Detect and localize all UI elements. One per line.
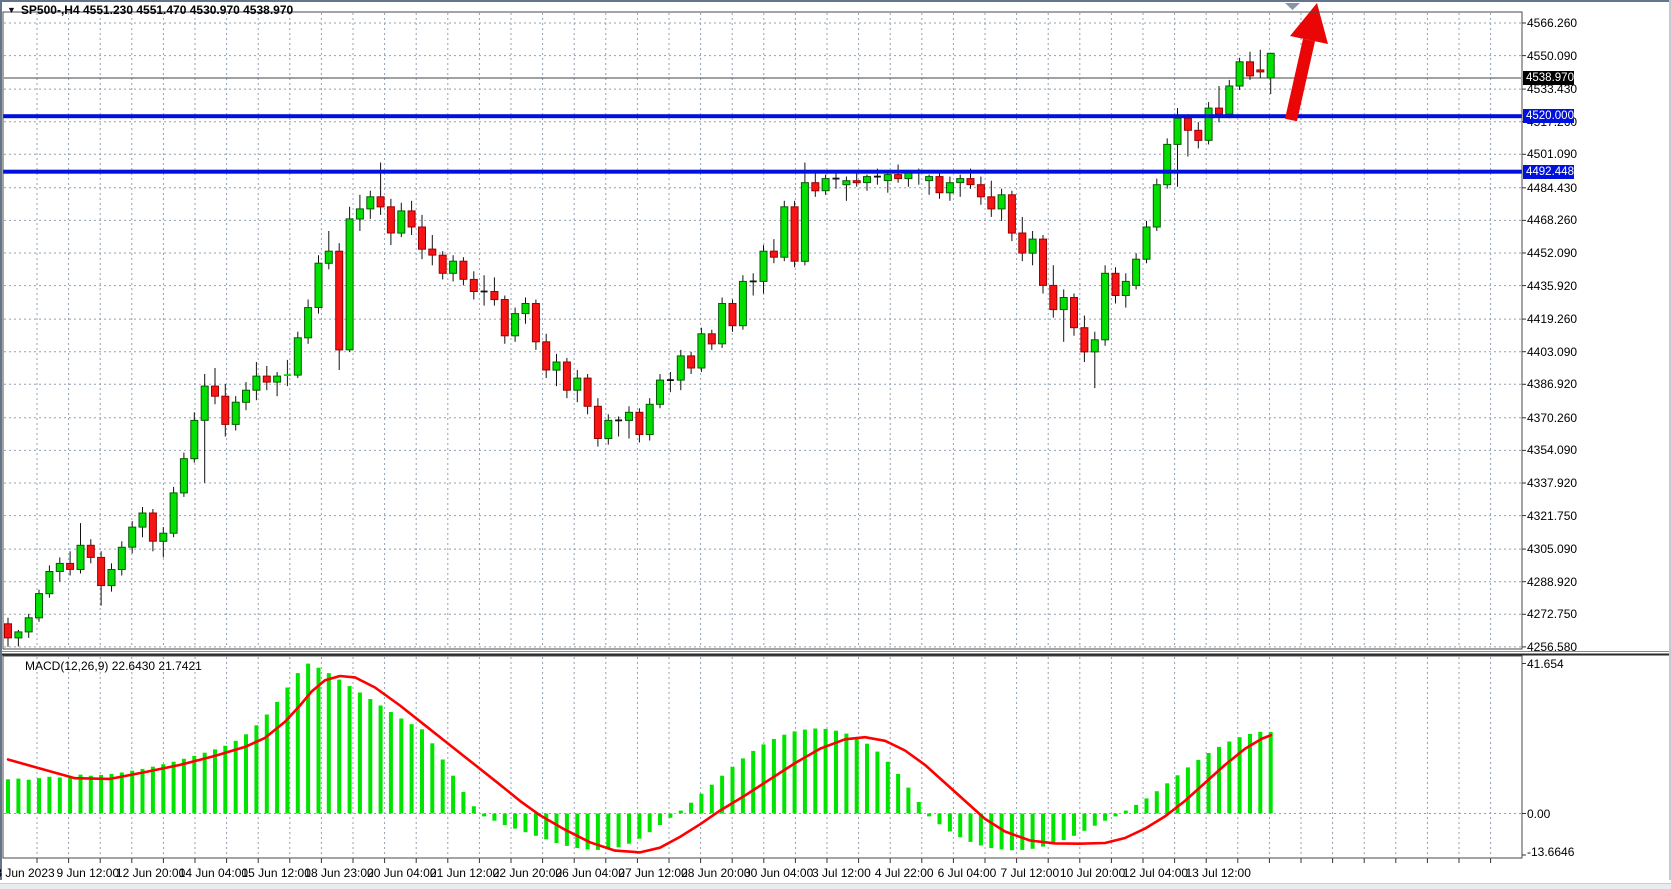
price-tick-label: 4435.920 xyxy=(1527,279,1577,293)
date-tick-label: 14 Jun 04:00 xyxy=(179,866,248,880)
price-tick-label: 4386.920 xyxy=(1527,377,1577,391)
price-tick-label: 4419.260 xyxy=(1527,312,1577,326)
ohlc-readout: 4551.230 4551.470 4530.970 4538.970 xyxy=(83,3,293,17)
chart-window: ▼ SP500-,H4 4551.230 4551.470 4530.970 45… xyxy=(0,0,1671,889)
date-tick-label: 21 Jun 12:00 xyxy=(430,866,499,880)
price-tick-label: 4550.090 xyxy=(1527,49,1577,63)
price-tick-label: 4305.090 xyxy=(1527,542,1577,556)
macd-values: 22.6430 21.7421 xyxy=(112,659,202,673)
date-tick-label: 6 Jul 04:00 xyxy=(938,866,997,880)
price-tick-label: 4566.260 xyxy=(1527,16,1577,30)
window-border-left xyxy=(0,0,2,880)
date-tick-label: 3 Jul 12:00 xyxy=(812,866,871,880)
chevron-down-icon[interactable]: ▼ xyxy=(7,5,16,15)
price-tick-label: 4484.430 xyxy=(1527,181,1577,195)
date-tick-label: 26 Jun 04:00 xyxy=(555,866,624,880)
price-tick-label: 4370.260 xyxy=(1527,411,1577,425)
symbol-period-label: SP500-,H4 xyxy=(21,3,80,17)
date-tick-label: 20 Jun 04:00 xyxy=(367,866,436,880)
date-tick-label: 7 Jul 12:00 xyxy=(1000,866,1059,880)
date-tick-label: 22 Jun 20:00 xyxy=(493,866,562,880)
price-tick-label: 4354.090 xyxy=(1527,443,1577,457)
price-tick-label: 4321.750 xyxy=(1527,509,1577,523)
date-tick-label: 27 Jun 12:00 xyxy=(618,866,687,880)
date-tick-label: 9 Jun 12:00 xyxy=(56,866,119,880)
price-tick-label: 4452.090 xyxy=(1527,246,1577,260)
price-tick-label: 4272.750 xyxy=(1527,607,1577,621)
date-tick-label: 8 Jun 2023 xyxy=(0,866,55,880)
date-tick-label: 12 Jun 20:00 xyxy=(116,866,185,880)
macd-tick-label: 41.654 xyxy=(1527,657,1564,671)
chart-canvas[interactable] xyxy=(0,0,1671,889)
date-tick-label: 18 Jun 23:00 xyxy=(304,866,373,880)
macd-tick-label: -13.6646 xyxy=(1527,845,1574,859)
status-strip xyxy=(0,883,1671,889)
price-tick-label: 4501.090 xyxy=(1527,147,1577,161)
price-tick-label: 4256.580 xyxy=(1527,640,1577,654)
price-tick-label: 4337.920 xyxy=(1527,476,1577,490)
chart-title-overlay: ▼ SP500-,H4 4551.230 4551.470 4530.970 45… xyxy=(7,3,293,17)
macd-indicator-label: MACD(12,26,9) 22.6430 21.7421 xyxy=(25,659,202,673)
macd-tick-label: 0.00 xyxy=(1527,807,1550,821)
current-price-tag: 4538.970 xyxy=(1523,71,1574,85)
date-tick-label: 13 Jul 12:00 xyxy=(1185,866,1250,880)
hline-price-tag: 4492.448 xyxy=(1523,165,1574,179)
date-tick-label: 28 Jun 20:00 xyxy=(681,866,750,880)
date-tick-label: 30 Jun 04:00 xyxy=(744,866,813,880)
date-tick-label: 15 Jun 12:00 xyxy=(241,866,310,880)
date-tick-label: 4 Jul 22:00 xyxy=(875,866,934,880)
date-tick-label: 10 Jul 20:00 xyxy=(1060,866,1125,880)
price-tick-label: 4468.260 xyxy=(1527,213,1577,227)
price-tick-label: 4288.920 xyxy=(1527,575,1577,589)
price-tick-label: 4403.090 xyxy=(1527,345,1577,359)
price-axis[interactable] xyxy=(1522,12,1582,858)
date-tick-label: 12 Jul 04:00 xyxy=(1123,866,1188,880)
window-border-top xyxy=(0,0,1671,2)
macd-name: MACD(12,26,9) xyxy=(25,659,108,673)
hline-price-tag: 4520.000 xyxy=(1523,109,1574,123)
